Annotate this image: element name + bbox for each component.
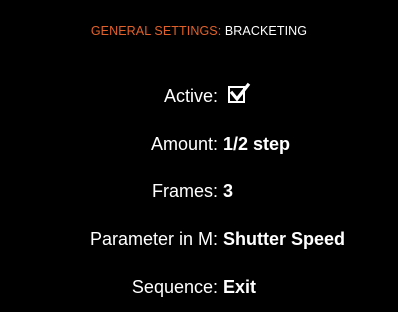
sequence-label: Sequence:: [131, 277, 218, 297]
section-title: GENERAL SETTINGS: [90, 24, 218, 38]
setting-row-parameter[interactable]: Parameter in M: Shutter Speed: [0, 222, 398, 256]
page-title: BRACKETING: [221, 24, 308, 38]
sequence-value[interactable]: Exit: [223, 270, 256, 304]
amount-label: Amount:: [150, 134, 218, 154]
frames-label: Frames:: [151, 181, 218, 201]
parameter-label: Parameter in M:: [89, 229, 218, 249]
parameter-value[interactable]: Shutter Speed: [223, 222, 345, 256]
setting-row-active[interactable]: Active:: [0, 79, 398, 113]
setting-row-frames[interactable]: Frames: 3: [0, 174, 398, 208]
setting-row-amount[interactable]: Amount: 1/2 step: [0, 127, 398, 161]
frames-value[interactable]: 3: [223, 174, 233, 208]
checkmark-icon: [229, 82, 251, 102]
active-label: Active:: [163, 86, 218, 106]
amount-value[interactable]: 1/2 step: [223, 127, 290, 161]
active-checkbox[interactable]: [228, 82, 251, 103]
screen-title: GENERAL SETTINGS: BRACKETING: [0, 24, 398, 38]
setting-row-sequence[interactable]: Sequence: Exit: [0, 270, 398, 304]
